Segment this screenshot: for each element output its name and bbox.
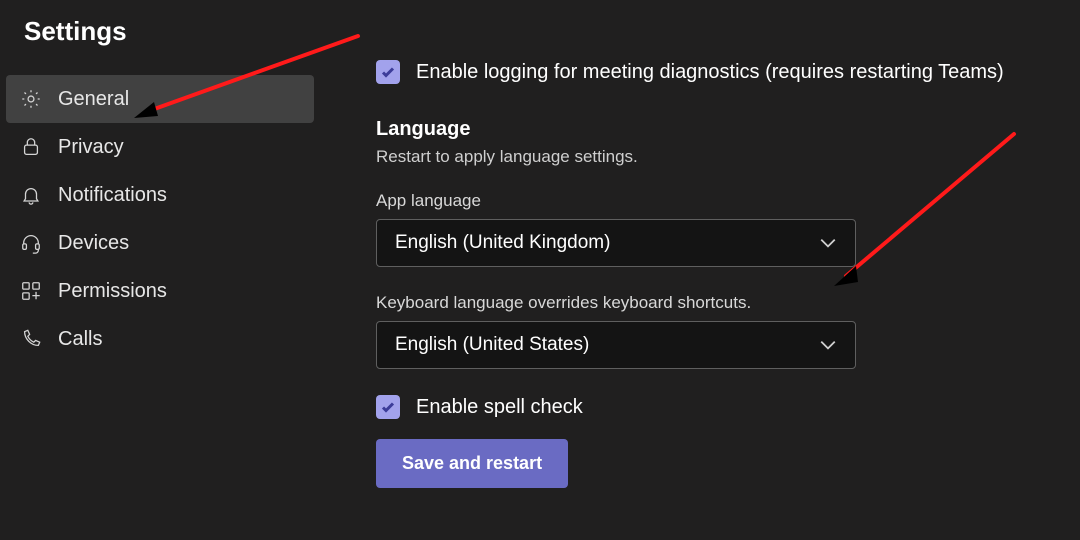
gear-icon [20, 88, 42, 110]
sidebar-item-label: Permissions [58, 280, 167, 303]
sidebar-item-devices[interactable]: Devices [6, 219, 314, 267]
save-restart-button[interactable]: Save and restart [376, 439, 568, 488]
lock-icon [20, 136, 42, 158]
bell-icon [20, 184, 42, 206]
page-title: Settings [6, 12, 314, 75]
keyboard-language-label: Keyboard language overrides keyboard sho… [376, 293, 1048, 313]
app-language-value: English (United Kingdom) [395, 232, 610, 254]
sidebar-item-notifications[interactable]: Notifications [6, 171, 314, 219]
spellcheck-label: Enable spell check [416, 396, 583, 419]
settings-nav: General Privacy Notifications Devices Pe [6, 75, 314, 363]
sidebar-item-permissions[interactable]: Permissions [6, 267, 314, 315]
sidebar-item-calls[interactable]: Calls [6, 315, 314, 363]
settings-sidebar: Settings General Privacy Notifications D… [0, 0, 320, 540]
phone-icon [20, 328, 42, 350]
settings-content: Enable logging for meeting diagnostics (… [320, 0, 1080, 540]
apps-icon [20, 280, 42, 302]
headset-icon [20, 232, 42, 254]
diagnostics-checkbox[interactable] [376, 60, 400, 84]
keyboard-language-value: English (United States) [395, 334, 589, 356]
chevron-down-icon [819, 234, 837, 252]
sidebar-item-label: Notifications [58, 184, 167, 207]
check-icon [380, 64, 396, 80]
diagnostics-label: Enable logging for meeting diagnostics (… [416, 61, 1004, 84]
sidebar-item-label: Calls [58, 328, 102, 351]
app-language-label: App language [376, 191, 1048, 211]
sidebar-item-label: Privacy [58, 136, 124, 159]
check-icon [380, 399, 396, 415]
sidebar-item-label: Devices [58, 232, 129, 255]
keyboard-language-dropdown[interactable]: English (United States) [376, 321, 856, 369]
sidebar-item-label: General [58, 88, 129, 111]
app-language-dropdown[interactable]: English (United Kingdom) [376, 219, 856, 267]
spellcheck-checkbox[interactable] [376, 395, 400, 419]
language-subtext: Restart to apply language settings. [376, 147, 1048, 167]
spellcheck-option: Enable spell check [376, 395, 1048, 419]
chevron-down-icon [819, 336, 837, 354]
language-heading: Language [376, 118, 1048, 141]
diagnostics-option: Enable logging for meeting diagnostics (… [376, 60, 1048, 84]
sidebar-item-general[interactable]: General [6, 75, 314, 123]
sidebar-item-privacy[interactable]: Privacy [6, 123, 314, 171]
